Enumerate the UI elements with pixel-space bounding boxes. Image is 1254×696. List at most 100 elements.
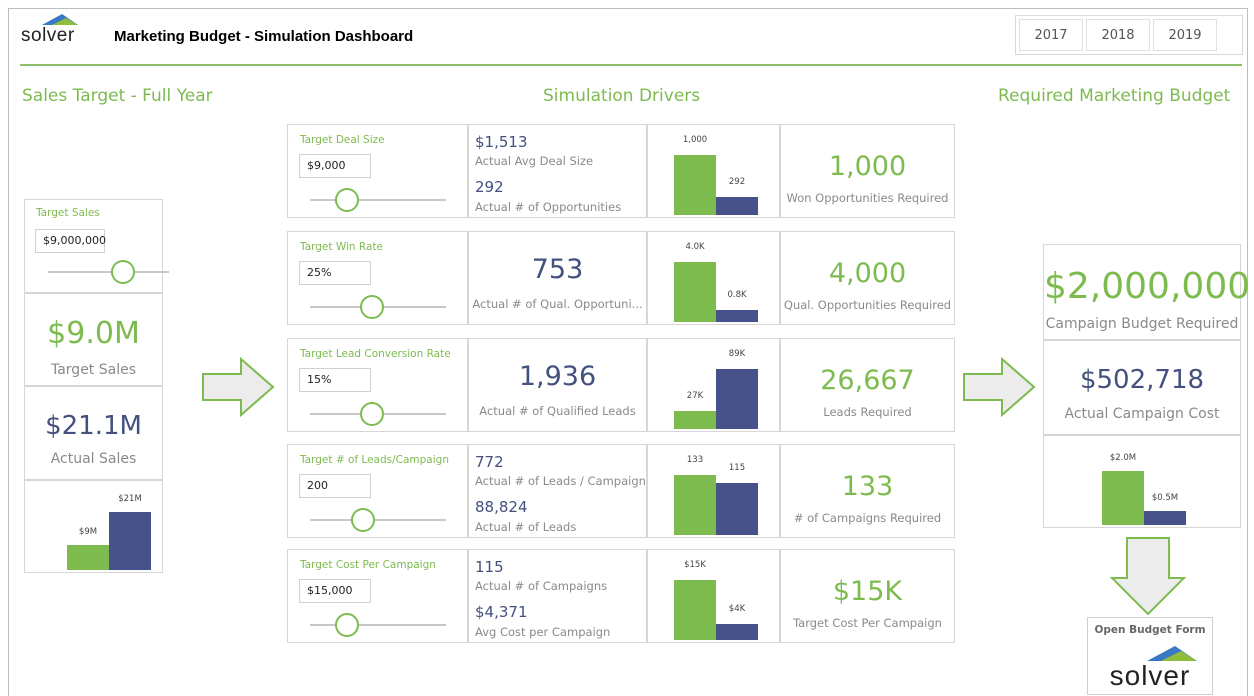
year-button-2019[interactable]: 2019 xyxy=(1153,19,1217,51)
year-button-2018[interactable]: 2018 xyxy=(1086,19,1150,51)
driver-slider-input[interactable]: 200 xyxy=(299,474,371,498)
target-sales-kpi-caption: Target Sales xyxy=(50,362,137,378)
driver-slider-thumb[interactable] xyxy=(335,188,359,212)
driver-metric-secondary-caption: Avg Cost per Campaign xyxy=(475,625,611,639)
budget-chart-card: $2.0M $0.5M xyxy=(1043,435,1241,528)
target-sales-slider-label: Target Sales xyxy=(36,207,100,219)
sales-chart-card: $9M $21M xyxy=(24,480,163,573)
solver-logo-text: solver xyxy=(21,25,75,46)
driver-slider-thumb[interactable] xyxy=(351,508,375,532)
driver-slider-thumb[interactable] xyxy=(360,402,384,426)
driver-result-card: 1,000 Won Opportunities Required xyxy=(780,124,955,218)
driver-slider-input[interactable]: 15% xyxy=(299,368,371,392)
target-sales-bar-label: $9M xyxy=(78,527,98,537)
driver-target-bar xyxy=(674,580,716,640)
actual-campaign-cost-kpi-card: $502,718 Actual Campaign Cost xyxy=(1043,340,1241,435)
flow-arrow-down-icon xyxy=(1110,537,1186,616)
driver-chart-card: 27K 89K xyxy=(647,338,780,432)
target-sales-kpi-value: $9.0M xyxy=(47,316,140,351)
driver-actual-bar-label: $4K xyxy=(728,604,746,614)
budget-required-kpi-card: $2,000,000 Campaign Budget Required xyxy=(1043,244,1251,340)
driver-slider-label: Target # of Leads/Campaign xyxy=(300,454,449,466)
driver-result-caption: Leads Required xyxy=(823,405,912,419)
budget-required-bar xyxy=(1102,471,1144,525)
driver-actual-bar-label: 115 xyxy=(728,463,746,473)
driver-metric-card: 1,936 Actual # of Qualified Leads xyxy=(468,338,647,432)
flow-arrow-right-icon xyxy=(202,357,275,417)
driver-target-bar-label: 27K xyxy=(686,391,704,401)
flow-arrow-right-icon xyxy=(963,357,1036,417)
driver-result-value: $15K xyxy=(832,576,903,607)
budget-required-kpi-value: $2,000,000 xyxy=(1044,266,1251,307)
driver-slider-track[interactable] xyxy=(310,519,446,521)
target-sales-kpi-card: $9.0M Target Sales xyxy=(24,293,163,386)
driver-slider-input[interactable]: $15,000 xyxy=(299,579,371,603)
driver-result-value: 1,000 xyxy=(828,151,907,182)
driver-target-bar-label: 4.0K xyxy=(685,242,705,252)
actual-campaign-cost-kpi-caption: Actual Campaign Cost xyxy=(1064,406,1220,422)
driver-slider-label: Target Cost Per Campaign xyxy=(300,559,436,571)
driver-result-card: 26,667 Leads Required xyxy=(780,338,955,432)
driver-target-bar-label: 133 xyxy=(686,455,704,465)
driver-slider-label: Target Deal Size xyxy=(300,134,385,146)
driver-actual-bar-label: 292 xyxy=(728,177,746,187)
driver-metric-secondary-value: $4,371 xyxy=(475,603,528,621)
year-button-2017[interactable]: 2017 xyxy=(1019,19,1083,51)
open-budget-form-button[interactable]: Open Budget Form solver xyxy=(1087,617,1213,695)
driver-metric-card: 753 Actual # of Qual. Opportuni... xyxy=(468,231,647,325)
actual-sales-bar-label: $21M xyxy=(118,494,142,504)
driver-actual-bar xyxy=(716,197,758,215)
actual-campaign-cost-bar xyxy=(1144,511,1186,525)
driver-slider-track[interactable] xyxy=(310,199,446,201)
driver-slider-label: Target Win Rate xyxy=(300,241,383,253)
driver-metric-secondary-value: 292 xyxy=(475,178,504,196)
driver-metric-primary-caption: Actual # of Campaigns xyxy=(475,579,608,593)
driver-result-caption: Won Opportunities Required xyxy=(786,191,949,205)
budget-required-bar-label: $2.0M xyxy=(1109,453,1137,463)
driver-slider-input[interactable]: $9,000 xyxy=(299,154,371,178)
target-sales-slider-thumb[interactable] xyxy=(111,260,135,284)
driver-result-value: 4,000 xyxy=(828,258,907,289)
target-sales-slider-track[interactable] xyxy=(48,271,169,273)
driver-result-value: 26,667 xyxy=(820,365,915,396)
section-title-sales-target: Sales Target - Full Year xyxy=(22,86,213,106)
driver-slider-input[interactable]: 25% xyxy=(299,261,371,285)
driver-slider-card: Target Win Rate 25% xyxy=(287,231,468,325)
driver-slider-card: Target Cost Per Campaign $15,000 xyxy=(287,549,468,643)
driver-target-bar-label: $15K xyxy=(684,560,706,570)
section-title-simulation-drivers: Simulation Drivers xyxy=(543,86,701,106)
actual-sales-kpi-value: $21.1M xyxy=(45,411,142,441)
driver-slider-thumb[interactable] xyxy=(335,613,359,637)
driver-chart-card: 4.0K 0.8K xyxy=(647,231,780,325)
driver-slider-thumb[interactable] xyxy=(360,295,384,319)
driver-metric-caption: Actual # of Qual. Opportuni... xyxy=(472,297,643,311)
driver-chart-card: 1,000 292 xyxy=(647,124,780,218)
driver-slider-track[interactable] xyxy=(310,624,446,626)
header-divider xyxy=(20,64,1242,66)
driver-actual-bar xyxy=(716,310,758,322)
driver-actual-bar xyxy=(716,483,758,535)
driver-metric-secondary-value: 88,824 xyxy=(475,498,528,516)
budget-required-kpi-caption: Campaign Budget Required xyxy=(1045,316,1239,332)
driver-target-bar xyxy=(674,155,716,215)
year-selector: 2017 2018 2019 xyxy=(1015,15,1243,55)
driver-slider-label: Target Lead Conversion Rate xyxy=(300,348,451,360)
actual-sales-kpi-card: $21.1M Actual Sales xyxy=(24,386,163,480)
driver-result-card: 133 # of Campaigns Required xyxy=(780,444,955,538)
driver-metric-value: 1,936 xyxy=(518,361,597,392)
section-title-required-budget: Required Marketing Budget xyxy=(998,86,1231,106)
driver-slider-card: Target Deal Size $9,000 xyxy=(287,124,468,218)
driver-metric-secondary-caption: Actual # of Opportunities xyxy=(475,200,622,214)
driver-slider-card: Target # of Leads/Campaign 200 xyxy=(287,444,468,538)
open-budget-form-label: Open Budget Form xyxy=(1094,624,1206,636)
target-sales-slider-card: Target Sales $9,000,000 xyxy=(24,199,169,293)
target-sales-input[interactable]: $9,000,000 xyxy=(35,229,106,253)
driver-metric-primary-caption: Actual Avg Deal Size xyxy=(475,154,594,168)
driver-result-value: 133 xyxy=(841,471,894,502)
driver-result-caption: # of Campaigns Required xyxy=(793,511,942,525)
driver-metric-primary-value: $1,513 xyxy=(475,133,528,151)
driver-target-bar-label: 1,000 xyxy=(682,135,708,145)
driver-target-bar xyxy=(674,262,716,322)
driver-metric-primary-value: 115 xyxy=(475,558,504,576)
actual-sales-kpi-caption: Actual Sales xyxy=(50,451,137,467)
